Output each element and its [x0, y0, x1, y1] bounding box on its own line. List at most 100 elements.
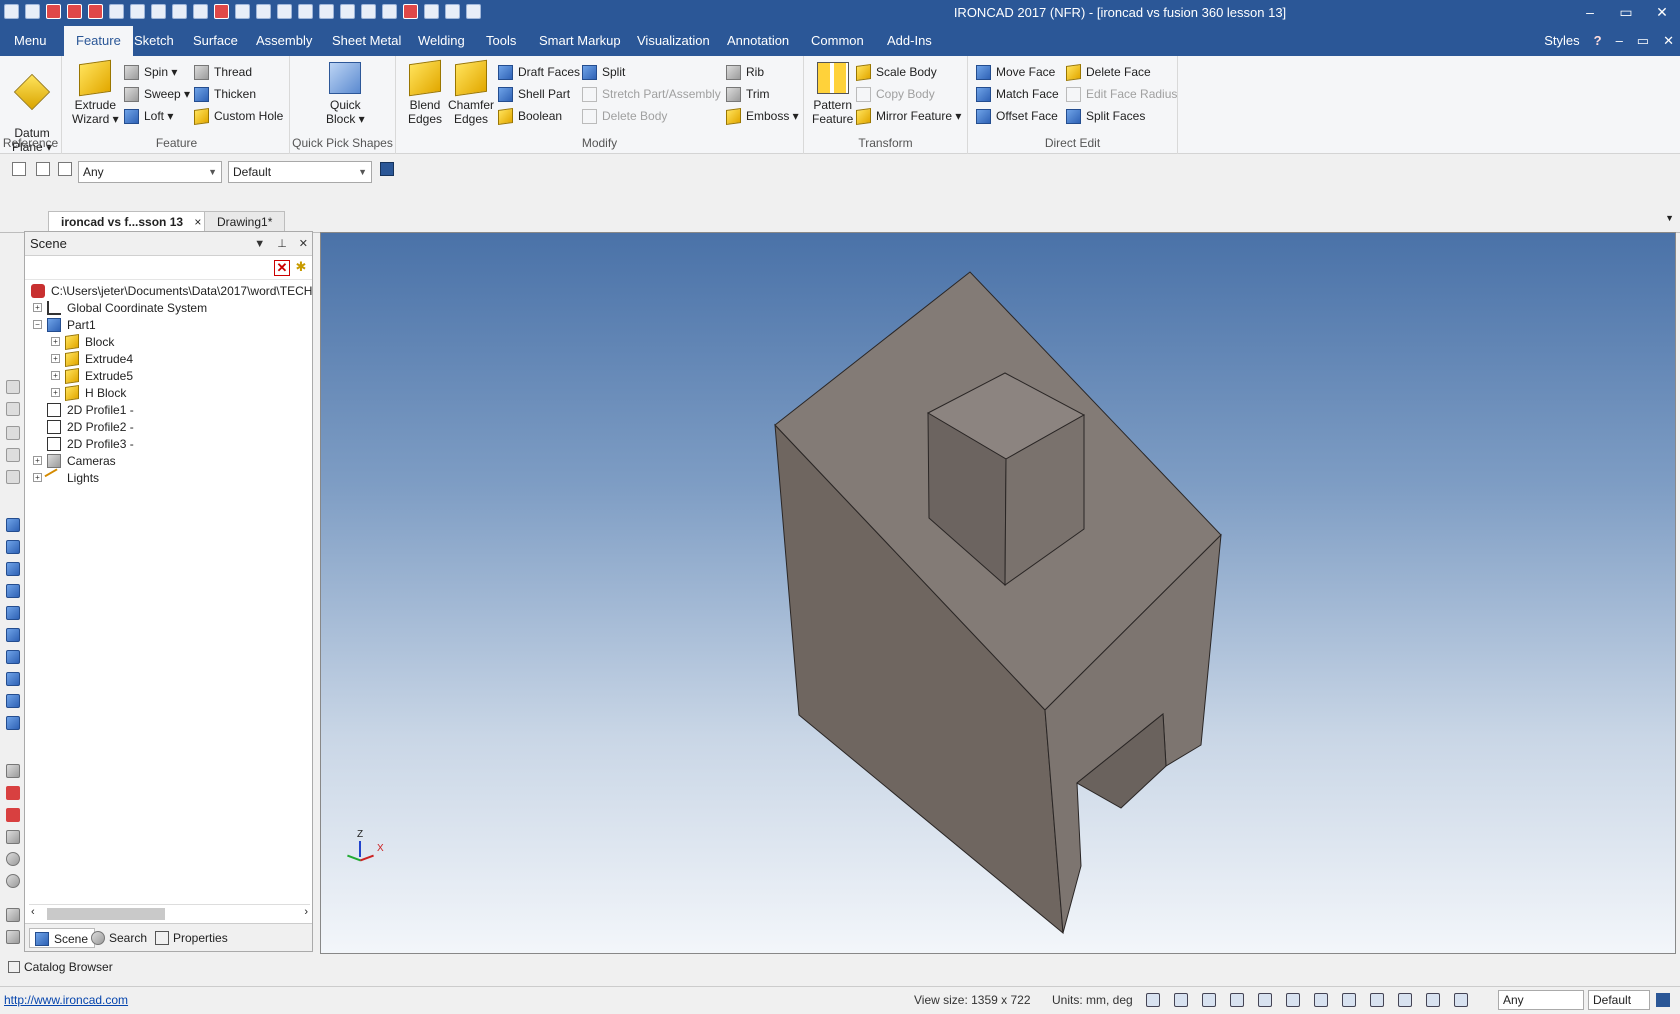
quick-block-button[interactable]: Quick Block ▾ [326, 62, 365, 126]
cube-bottom-icon[interactable] [6, 628, 20, 642]
hidden-line-icon[interactable] [6, 716, 20, 730]
orbit-icon[interactable] [6, 874, 20, 888]
match-face-button[interactable]: Match Face [976, 84, 1059, 104]
shade-mode-icon[interactable] [1230, 993, 1244, 1007]
wire-icon[interactable] [6, 694, 20, 708]
tree-root[interactable]: C:\Users\jeter\Documents\Data\2017\word\… [29, 282, 312, 300]
shade-icon[interactable] [6, 672, 20, 686]
tab-drawing1[interactable]: Drawing1* [204, 211, 286, 233]
tree-2d-profile1[interactable]: 2D Profile1 - [33, 401, 134, 419]
tab-assembly[interactable]: Assembly [256, 26, 312, 56]
emboss-button[interactable]: Emboss ▾ [726, 106, 799, 126]
view4-icon[interactable] [6, 448, 20, 462]
pointer-filter-icon[interactable] [58, 162, 72, 176]
perspective-icon[interactable] [1258, 993, 1272, 1007]
tree-extrude5[interactable]: + Extrude5 [51, 367, 133, 385]
close-button[interactable]: ✕ [1644, 0, 1680, 26]
delete-face-button[interactable]: Delete Face [1066, 62, 1151, 82]
pointer-icon[interactable] [36, 162, 50, 176]
filter-icon[interactable]: ✱ [293, 260, 309, 276]
tree-horizontal-scrollbar[interactable]: ‹ › [29, 904, 310, 921]
expand-icon[interactable]: + [51, 337, 60, 346]
cube-iso-icon[interactable] [6, 650, 20, 664]
annotation-icon[interactable] [6, 808, 20, 822]
select-parts-icon[interactable] [12, 162, 26, 176]
website-link[interactable]: http://www.ironcad.com [4, 987, 128, 1013]
extrude-wizard-button[interactable]: Extrude Wizard ▾ [72, 59, 119, 126]
stretch-part-button[interactable]: Stretch Part/Assembly [582, 84, 721, 104]
tab-visualization[interactable]: Visualization [637, 26, 710, 56]
tab-search[interactable]: Search [91, 928, 147, 948]
cube-top-icon[interactable] [6, 540, 20, 554]
tab-annotation[interactable]: Annotation [727, 26, 789, 56]
rib-button[interactable]: Rib [726, 62, 764, 82]
thicken-button[interactable]: Thicken [194, 84, 256, 104]
trim-button[interactable]: Trim [726, 84, 770, 104]
scale-body-button[interactable]: Scale Body [856, 62, 937, 82]
styles-menu[interactable]: Styles [1544, 33, 1579, 49]
scroll-left-icon[interactable]: ‹ [31, 906, 35, 918]
cube-right-icon[interactable] [6, 562, 20, 576]
hierarchy-icon[interactable] [380, 162, 394, 176]
panel-menu-icon[interactable]: ▼ [254, 232, 265, 256]
status-filter-combo[interactable]: Any [1498, 990, 1584, 1010]
doc-minimize-button[interactable]: – [1616, 33, 1623, 49]
tree-extrude4[interactable]: + Extrude4 [51, 350, 133, 368]
expand-icon[interactable]: + [33, 456, 42, 465]
view3-icon[interactable] [6, 426, 20, 440]
tab-welding[interactable]: Welding [418, 26, 465, 56]
tree-h-block[interactable]: + H Block [51, 384, 126, 402]
tree-part1[interactable]: − Part1 [33, 316, 96, 334]
expand-icon[interactable]: + [51, 388, 60, 397]
tab-properties[interactable]: Properties [155, 928, 228, 948]
glasses-icon[interactable] [1314, 993, 1328, 1007]
pointer-icon[interactable] [1426, 993, 1440, 1007]
measure-icon[interactable] [6, 764, 20, 778]
camera-view-icon[interactable] [1286, 993, 1300, 1007]
doc-close-button[interactable]: ✕ [1663, 33, 1674, 49]
view-icon[interactable] [6, 380, 20, 394]
catalog-browser[interactable]: Catalog Browser [0, 956, 320, 978]
shell-part-button[interactable]: Shell Part [498, 84, 570, 104]
tab-sheet-metal[interactable]: Sheet Metal [332, 26, 401, 56]
draft-faces-button[interactable]: Draft Faces [498, 62, 580, 82]
thread-button[interactable]: Thread [194, 62, 252, 82]
expand-icon[interactable]: + [51, 354, 60, 363]
expand-icon[interactable]: + [51, 371, 60, 380]
rotate-icon[interactable] [6, 852, 20, 866]
copy-body-button[interactable]: Copy Body [856, 84, 935, 104]
pattern-feature-button[interactable]: Pattern Feature [812, 62, 853, 126]
maximize-button[interactable]: ▭ [1608, 0, 1644, 26]
tab-menu[interactable]: Menu [14, 26, 47, 56]
cube-back-icon[interactable] [6, 606, 20, 620]
boolean-button[interactable]: Boolean [498, 106, 562, 126]
cube-front-icon[interactable] [6, 518, 20, 532]
hierarchy-icon[interactable] [1656, 993, 1670, 1007]
offset-face-button[interactable]: Offset Face [976, 106, 1058, 126]
split-button[interactable]: Split [582, 62, 625, 82]
zoom-icon[interactable] [1146, 993, 1160, 1007]
model-canvas[interactable] [321, 233, 1677, 955]
tree-block[interactable]: + Block [51, 333, 114, 351]
tree-2d-profile2[interactable]: 2D Profile2 - [33, 418, 134, 436]
split-faces-button[interactable]: Split Faces [1066, 106, 1145, 126]
tree-lights[interactable]: + Lights [33, 468, 99, 488]
spin-button[interactable]: Spin ▾ [124, 62, 177, 82]
sweep-button[interactable]: Sweep ▾ [124, 84, 190, 104]
tab-add-ins[interactable]: Add-Ins [887, 26, 932, 56]
loft-button[interactable]: Loft ▾ [124, 106, 173, 126]
status-style-combo[interactable]: Default [1588, 990, 1650, 1010]
clear-filter-icon[interactable]: ✕ [274, 260, 290, 276]
chamfer-edges-button[interactable]: Chamfer Edges [448, 59, 494, 126]
delete-body-button[interactable]: Delete Body [582, 106, 667, 126]
blend-edges-button[interactable]: Blend Edges [408, 59, 442, 126]
zoom-fit-icon[interactable] [1174, 993, 1188, 1007]
minimize-button[interactable]: – [1572, 0, 1608, 26]
pointer-filter-icon[interactable] [1454, 993, 1468, 1007]
scroll-right-icon[interactable]: › [304, 906, 308, 918]
style-combo[interactable]: Default ▼ [228, 161, 372, 183]
tree-global-coordinate[interactable]: + Global Coordinate System [33, 299, 207, 317]
render-icon[interactable] [1370, 993, 1384, 1007]
tab-ironcad-lesson[interactable]: ironcad vs f...sson 13 × [48, 211, 215, 233]
move-face-button[interactable]: Move Face [976, 62, 1055, 82]
